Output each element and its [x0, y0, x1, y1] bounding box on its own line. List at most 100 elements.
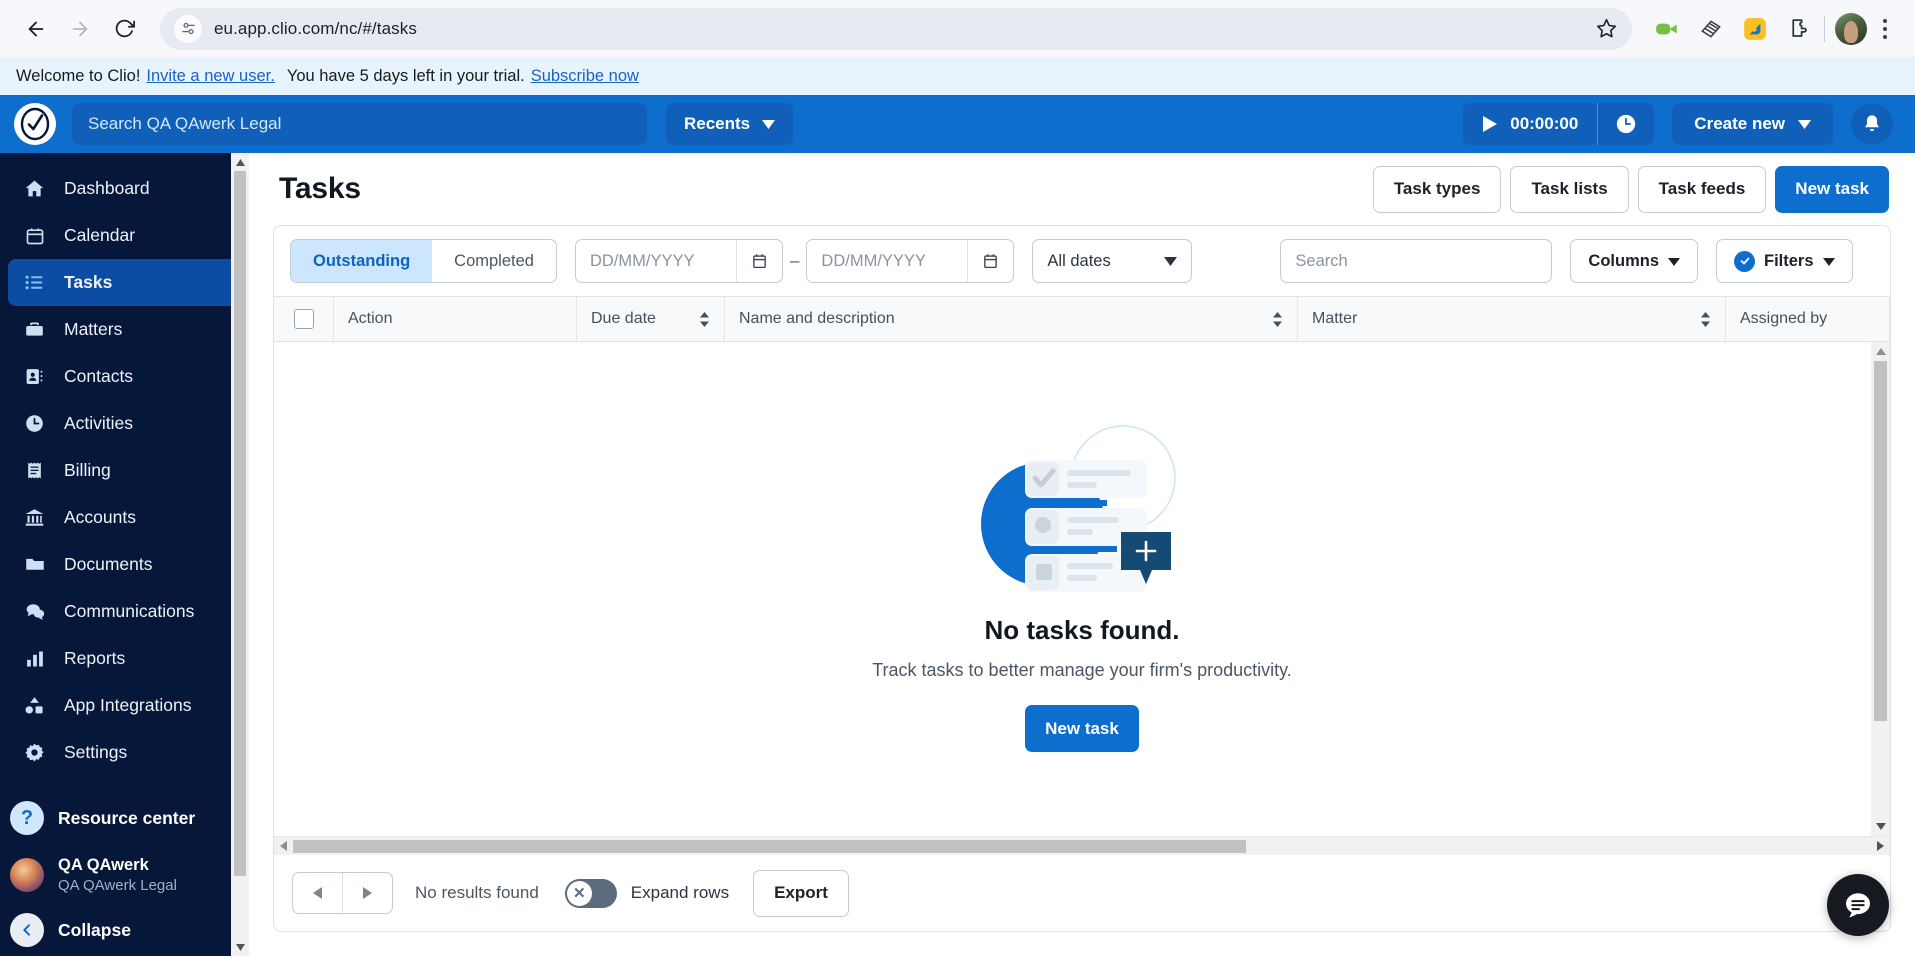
- sidebar-item-matters[interactable]: Matters: [8, 306, 241, 353]
- browser-reload-button[interactable]: [104, 9, 144, 49]
- expand-rows-toggle[interactable]: ✕: [564, 878, 617, 908]
- task-feeds-button[interactable]: Task feeds: [1637, 165, 1767, 213]
- empty-state-title: No tasks found.: [984, 615, 1180, 645]
- next-page-button[interactable]: [343, 873, 392, 913]
- segment-completed[interactable]: Completed: [432, 240, 556, 282]
- sidebar-item-reports[interactable]: Reports: [8, 635, 241, 682]
- sidebar-scroll-thumb[interactable]: [234, 171, 246, 876]
- browser-back-button[interactable]: [16, 9, 56, 49]
- sort-icon[interactable]: [699, 311, 710, 327]
- sidebar-item-communications[interactable]: Communications: [8, 588, 241, 635]
- search-input[interactable]: Search: [1280, 239, 1553, 283]
- create-new-button[interactable]: Create new: [1672, 103, 1833, 145]
- scroll-down-arrow-icon[interactable]: [231, 938, 249, 956]
- scroll-left-arrow-icon[interactable]: [274, 837, 293, 856]
- table-body: No tasks found. Track tasks to better ma…: [274, 342, 1890, 836]
- global-search-input[interactable]: Search QA QAwerk Legal: [72, 103, 647, 145]
- column-header-due-date[interactable]: Due date: [577, 297, 725, 341]
- clio-extension-icon[interactable]: [1740, 14, 1770, 44]
- timer-clock-button[interactable]: [1598, 113, 1654, 135]
- page-header: Tasks Task types Task lists Task feeds N…: [249, 153, 1915, 225]
- sidebar-item-label: Documents: [64, 554, 153, 574]
- horizontal-scroll-thumb[interactable]: [293, 839, 1246, 853]
- sidebar-scrollbar[interactable]: [231, 153, 249, 956]
- new-task-button-header[interactable]: New task: [1775, 165, 1889, 213]
- browser-profile-avatar[interactable]: [1835, 12, 1867, 45]
- scroll-up-arrow-icon[interactable]: [231, 153, 249, 171]
- new-task-button-empty-state[interactable]: New task: [1025, 705, 1139, 752]
- pagination-control: [292, 872, 393, 914]
- sidebar-collapse-button[interactable]: Collapse: [0, 904, 249, 956]
- task-lists-button[interactable]: Task lists: [1510, 165, 1629, 213]
- sidebar-user-profile[interactable]: QA QAwerk QA QAwerk Legal: [0, 846, 249, 904]
- sidebar-item-dashboard[interactable]: Dashboard: [8, 165, 241, 212]
- stack-icon[interactable]: [1696, 14, 1726, 44]
- bookmark-star-icon[interactable]: [1590, 13, 1622, 45]
- chevron-down-icon: [1164, 252, 1178, 271]
- task-types-button[interactable]: Task types: [1372, 165, 1502, 213]
- clio-logo-icon[interactable]: [14, 103, 56, 145]
- app-body: Dashboard Calendar Tasks Matters Contact…: [0, 153, 1915, 956]
- calendar-icon[interactable]: [735, 240, 782, 282]
- chat-widget-button[interactable]: [1827, 874, 1889, 936]
- sidebar-item-app-integrations[interactable]: App Integrations: [8, 682, 241, 729]
- site-info-icon[interactable]: [174, 14, 202, 43]
- table-scroll-thumb[interactable]: [1874, 361, 1887, 721]
- sidebar-item-contacts[interactable]: Contacts: [8, 353, 241, 400]
- sidebar-item-accounts[interactable]: Accounts: [8, 494, 241, 541]
- sidebar-item-calendar[interactable]: Calendar: [8, 212, 241, 259]
- timer-value: 00:00:00: [1510, 114, 1579, 133]
- browser-menu-icon[interactable]: [1871, 18, 1899, 39]
- empty-state: No tasks found. Track tasks to better ma…: [872, 412, 1292, 752]
- select-all-checkbox[interactable]: [293, 309, 314, 329]
- table-vertical-scrollbar[interactable]: [1871, 342, 1890, 836]
- sidebar-item-billing[interactable]: Billing: [8, 447, 241, 494]
- video-camera-icon[interactable]: [1652, 14, 1682, 44]
- puzzle-piece-icon[interactable]: [1784, 14, 1814, 44]
- collapse-label: Collapse: [58, 919, 131, 940]
- scroll-down-arrow-icon[interactable]: [1871, 817, 1890, 836]
- sidebar-item-tasks[interactable]: Tasks: [8, 259, 241, 306]
- column-header-name-description[interactable]: Name and description: [725, 297, 1298, 341]
- date-range-select[interactable]: All dates: [1032, 239, 1193, 283]
- sidebar-item-settings[interactable]: Settings: [8, 729, 241, 776]
- scroll-up-arrow-icon[interactable]: [1871, 342, 1890, 361]
- filters-button[interactable]: Filters: [1716, 239, 1853, 283]
- trial-banner: Welcome to Clio! Invite a new user. You …: [0, 57, 1915, 95]
- banner-invite-link[interactable]: Invite a new user.: [146, 67, 274, 86]
- sidebar-item-activities[interactable]: Activities: [8, 400, 241, 447]
- columns-button[interactable]: Columns: [1570, 239, 1699, 283]
- scroll-right-arrow-icon[interactable]: [1871, 837, 1890, 856]
- date-range-separator: –: [789, 251, 800, 270]
- sidebar-item-label: Contacts: [64, 366, 134, 386]
- table-horizontal-scrollbar[interactable]: [274, 836, 1890, 855]
- column-header-action[interactable]: Action: [334, 297, 577, 341]
- toolbar-divider: [1824, 15, 1825, 42]
- bank-icon: [23, 507, 46, 528]
- column-header-matter[interactable]: Matter: [1298, 297, 1726, 341]
- date-to-field[interactable]: DD/MM/YYYY: [806, 239, 1015, 283]
- avatar: [10, 858, 44, 892]
- browser-forward-button[interactable]: [60, 9, 100, 49]
- calendar-icon[interactable]: [967, 240, 1013, 282]
- previous-page-button[interactable]: [293, 873, 342, 913]
- date-to-placeholder: DD/MM/YYYY: [821, 251, 926, 270]
- sidebar-item-documents[interactable]: Documents: [8, 541, 241, 588]
- banner-subscribe-link[interactable]: Subscribe now: [531, 67, 639, 86]
- column-header-assigned-by[interactable]: Assigned by: [1726, 297, 1890, 341]
- sort-icon[interactable]: [1272, 311, 1283, 327]
- chevron-left-icon: [10, 913, 44, 947]
- date-range-value: All dates: [1047, 251, 1111, 270]
- sidebar-item-resource-center[interactable]: ? Resource center: [0, 790, 249, 846]
- recents-button[interactable]: Recents: [666, 103, 794, 145]
- notifications-button[interactable]: [1851, 103, 1893, 145]
- sidebar-item-label: Accounts: [64, 507, 136, 527]
- timer-start-button[interactable]: 00:00:00: [1463, 114, 1597, 134]
- sidebar-item-label: Matters: [64, 319, 123, 339]
- browser-address-bar[interactable]: eu.app.clio.com/nc/#/tasks: [160, 7, 1632, 50]
- export-button[interactable]: Export: [753, 869, 849, 917]
- sort-icon[interactable]: [1700, 311, 1711, 327]
- date-from-field[interactable]: DD/MM/YYYY: [574, 239, 783, 283]
- sidebar-item-label: App Integrations: [64, 695, 192, 715]
- segment-outstanding[interactable]: Outstanding: [291, 240, 433, 282]
